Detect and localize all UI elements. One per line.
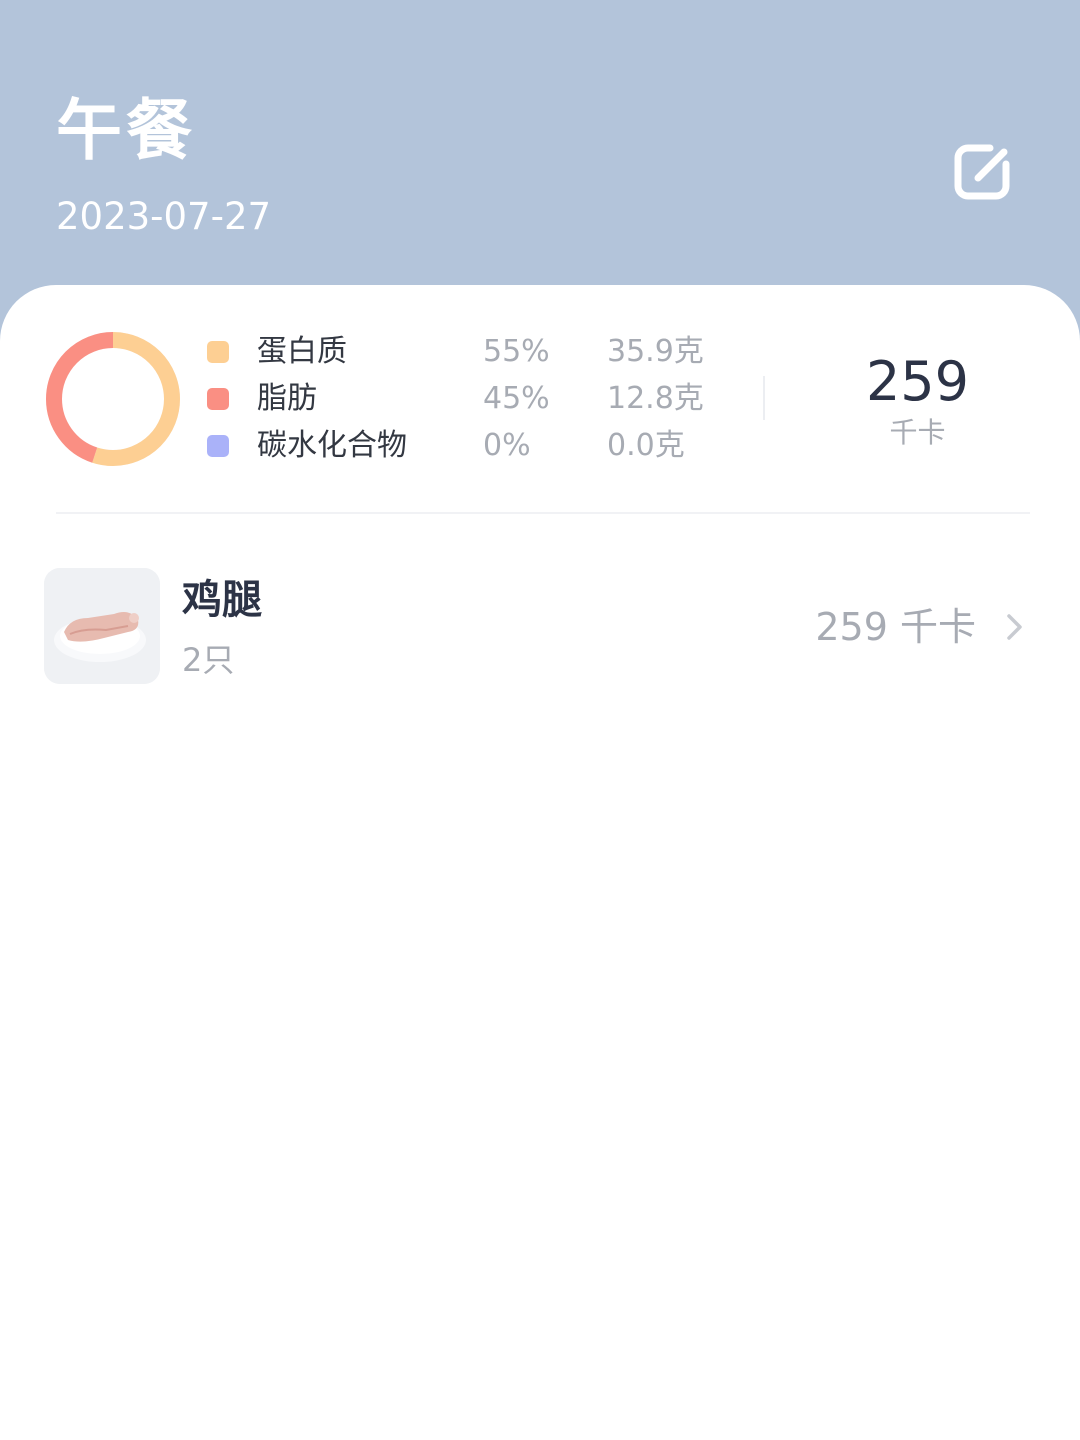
nutrient-row-fat: 脂肪 45% 12.8克	[205, 377, 745, 424]
protein-swatch	[207, 341, 229, 363]
nutrient-percent: 45%	[483, 381, 550, 416]
section-divider	[56, 512, 1030, 514]
total-calories: 259	[865, 350, 970, 413]
nutrient-percent: 55%	[483, 334, 550, 369]
header: 午餐 2023-07-27	[0, 0, 1080, 300]
nutrient-amount: 12.8克	[607, 381, 704, 416]
nutrient-amount: 0.0克	[607, 428, 685, 463]
nutrient-amount: 35.9克	[607, 334, 704, 369]
nutrient-percent: 0%	[483, 428, 531, 463]
nutrient-row-carbs: 碳水化合物 0% 0.0克	[205, 424, 745, 471]
food-name: 鸡腿	[182, 577, 262, 623]
summary-divider	[763, 376, 765, 420]
food-quantity: 2只	[182, 641, 235, 679]
nutrient-row-protein: 蛋白质 55% 35.9克	[205, 330, 745, 377]
macro-donut-chart	[46, 332, 180, 466]
chevron-right-icon	[1007, 614, 1022, 640]
meal-date: 2023-07-27	[56, 195, 272, 238]
edit-icon	[954, 144, 1010, 200]
chicken-leg-photo	[44, 568, 160, 684]
nutrient-name: 碳水化合物	[257, 428, 407, 463]
nutrient-legend: 蛋白质 55% 35.9克 脂肪 45% 12.8克 碳水化合物 0% 0.0克	[205, 330, 745, 471]
nutrient-name: 蛋白质	[257, 334, 347, 369]
edit-button[interactable]	[950, 138, 1016, 204]
nutrient-name: 脂肪	[257, 381, 317, 416]
food-item[interactable]: 鸡腿 2只 259 千卡	[44, 568, 1034, 686]
fat-swatch	[207, 388, 229, 410]
food-calories: 259 千卡	[815, 605, 976, 649]
total-calories-unit: 千卡	[889, 416, 946, 449]
carbs-swatch	[207, 435, 229, 457]
food-thumbnail	[44, 568, 160, 684]
page-title: 午餐	[56, 92, 196, 169]
